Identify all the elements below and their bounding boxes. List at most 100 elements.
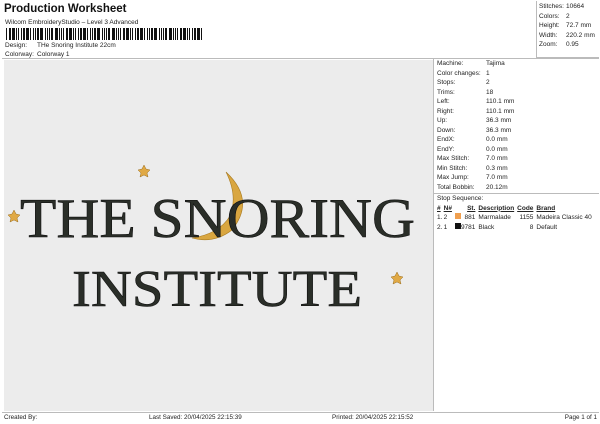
stat-label: Machine: — [437, 60, 464, 67]
stat-row: Height: 72.7 mm — [539, 21, 599, 31]
stat-label: Left: — [437, 98, 450, 105]
barcode-bar — [49, 28, 50, 40]
barcode-bar — [51, 28, 53, 40]
stat-row: Colors: 2 — [539, 12, 599, 22]
stat-row: Width: 220.2 mm — [539, 31, 599, 41]
barcode-bar — [151, 28, 153, 40]
stat-value: 36.3 mm — [486, 126, 512, 134]
stitch-count: 881 — [464, 214, 476, 221]
barcode-bar — [120, 28, 121, 40]
barcode-bar — [165, 28, 167, 40]
created-by: Created By: — [4, 414, 38, 421]
barcode-bar — [130, 28, 131, 40]
barcode-bar — [90, 28, 91, 40]
design-line-1: THE SNORING — [20, 188, 415, 250]
stat-label: Down: — [437, 126, 456, 134]
stat-value: 7.0 mm — [486, 155, 508, 162]
stat-value: 0.0 mm — [486, 136, 508, 143]
barcode-bar — [12, 28, 15, 40]
barcode-bar — [108, 28, 110, 40]
design-value: THe Snoring Institute 22cm — [37, 42, 116, 49]
stat-row: EndY: 0.0 mm — [437, 145, 599, 155]
stat-label: Right: — [437, 107, 454, 115]
stat-label: Max Jump: — [437, 174, 469, 181]
design-stats: Stitches: 10664 Colors: 2 Height: 72.7 mm Widt… — [536, 1, 599, 58]
stat-value: 0.95 — [566, 41, 579, 48]
needle-number: 1 — [443, 223, 448, 231]
stat-label: Total Bobbin: — [437, 183, 475, 191]
thread-code: 1155 — [519, 214, 534, 221]
stat-value: 2 — [486, 79, 490, 86]
barcode-bar — [173, 28, 174, 40]
column-header: St. — [467, 204, 476, 212]
barcode-bar — [183, 28, 186, 40]
stat-row: Max Jump: 7.0 mm — [437, 173, 599, 183]
stat-row: Stitches: 10664 — [539, 2, 599, 12]
stat-row: Trims: 18 — [437, 88, 599, 98]
barcode-bar — [180, 28, 182, 40]
barcode-bar — [159, 28, 160, 40]
barcode-bar — [30, 28, 31, 40]
colorway-value: Colorway 1 — [37, 51, 70, 58]
barcode-bar — [104, 28, 105, 40]
stat-row: Total Bobbin: 20.12m — [437, 183, 599, 193]
barcode-bar — [78, 28, 79, 40]
color-swatch — [454, 213, 461, 219]
barcode-bar — [194, 28, 196, 40]
needle-number: 2 — [443, 214, 448, 221]
barcode-bar — [163, 28, 164, 40]
barcode-bar — [140, 28, 143, 40]
colorway-label: Colorway: — [5, 51, 34, 58]
barcode-bar — [149, 28, 150, 40]
barcode — [6, 28, 202, 40]
stop-header-row: # N# St. Description Code Brand — [437, 204, 592, 214]
stat-label: Trims: — [437, 88, 455, 96]
barcode-bar — [177, 28, 178, 40]
stat-label: Width: — [539, 31, 558, 39]
stat-value: 110.1 mm — [486, 98, 515, 105]
thread-description: Marmalade — [478, 214, 511, 221]
column-header: N# — [443, 204, 452, 212]
barcode-bar — [47, 28, 48, 40]
stat-value: 220.2 mm — [566, 31, 595, 39]
star-icon — [137, 164, 151, 178]
barcode-bar — [23, 28, 25, 40]
stat-value: 10664 — [566, 3, 585, 10]
barcode-bar — [189, 28, 190, 40]
barcode-bar — [66, 28, 68, 40]
barcode-bar — [6, 28, 7, 40]
barcode-bar — [69, 28, 72, 40]
barcode-bar — [61, 28, 62, 40]
barcode-bar — [35, 28, 36, 40]
star-icon — [390, 271, 404, 285]
barcode-bar — [94, 28, 96, 40]
barcode-bar — [102, 28, 103, 40]
colorway-row: Colorway: Colorway 1 — [5, 51, 70, 58]
column-header: # — [437, 204, 441, 212]
design-line-2: INSTITUTE — [72, 261, 362, 318]
stitch-count: 9781 — [460, 223, 476, 231]
stat-label: Colors: — [539, 12, 560, 20]
worksheet-header: Production Worksheet Wilcom EmbroiderySt… — [2, 1, 536, 58]
barcode-bar — [116, 28, 117, 40]
printed-date: Printed: 20/04/2025 22:15:52 — [332, 414, 414, 421]
embroidery-design: THE SNORING INSTITUTE — [7, 164, 415, 318]
stat-label: Max Stitch: — [437, 155, 470, 162]
barcode-bar — [92, 28, 93, 40]
barcode-bar — [87, 28, 88, 40]
stat-label: Height: — [539, 22, 560, 29]
barcode-bar — [40, 28, 43, 40]
stat-value: 72.7 mm — [566, 22, 592, 29]
software-name: Wilcom EmbroideryStudio – Level 3 Advanc… — [5, 19, 139, 26]
stat-label: Min Stitch: — [437, 164, 468, 172]
column-header: Code — [517, 204, 534, 212]
stat-row: Max Stitch: 7.0 mm — [437, 154, 599, 164]
footer: Created By: Last Saved: 20/04/2025 22:15… — [2, 412, 599, 423]
barcode-bar — [132, 28, 133, 40]
stop-row: 1. 2 881 Marmalade 1155 Madeira Classic 40 — [437, 213, 592, 223]
barcode-bar — [147, 28, 148, 40]
barcode-bar — [45, 28, 46, 40]
design-preview: THE SNORING INSTITUTE — [4, 60, 433, 411]
stat-value: 2 — [566, 12, 570, 20]
barcode-bar — [18, 28, 19, 40]
